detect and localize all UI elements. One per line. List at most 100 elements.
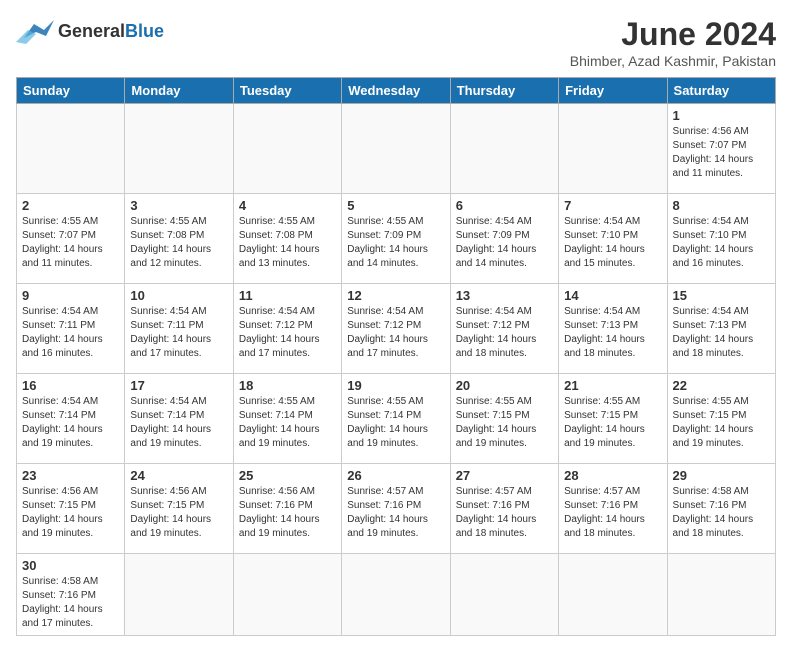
calendar-cell: 10Sunrise: 4:54 AM Sunset: 7:11 PM Dayli…	[125, 284, 233, 374]
day-number: 27	[456, 468, 553, 483]
calendar-table: SundayMondayTuesdayWednesdayThursdayFrid…	[16, 77, 776, 636]
day-number: 28	[564, 468, 661, 483]
day-number: 13	[456, 288, 553, 303]
day-number: 29	[673, 468, 770, 483]
day-number: 22	[673, 378, 770, 393]
day-info: Sunrise: 4:54 AM Sunset: 7:14 PM Dayligh…	[130, 395, 227, 451]
day-number: 6	[456, 198, 553, 213]
calendar-cell: 21 Sunrise: 4:55 AM Sunset: 7:15 PM Dayli…	[559, 374, 667, 464]
day-info: Sunrise: 4:54 AM Sunset: 7:12 PM Dayligh…	[456, 305, 553, 361]
calendar-header-wednesday: Wednesday	[342, 78, 450, 104]
calendar-cell: 3Sunrise: 4:55 AM Sunset: 7:08 PM Daylig…	[125, 194, 233, 284]
day-number: 17	[130, 378, 227, 393]
day-info: Sunrise: 4:56 AM Sunset: 7:15 PM Dayligh…	[22, 485, 119, 541]
day-info: Sunrise: 4:54 AM Sunset: 7:11 PM Dayligh…	[22, 305, 119, 361]
day-number: 4	[239, 198, 336, 213]
calendar-cell	[559, 554, 667, 636]
calendar-cell: 19 Sunrise: 4:55 AM Sunset: 7:14 PM Dayli…	[342, 374, 450, 464]
day-info: Sunrise: 4:56 AM Sunset: 7:15 PM Dayligh…	[130, 485, 227, 541]
calendar-cell: 4 Sunrise: 4:55 AM Sunset: 7:08 PM Daylig…	[233, 194, 341, 284]
calendar-header-friday: Friday	[559, 78, 667, 104]
calendar-cell: 23 Sunrise: 4:56 AM Sunset: 7:15 PM Dayli…	[17, 464, 125, 554]
day-info: Sunrise: 4:54 AM Sunset: 7:13 PM Dayligh…	[673, 305, 770, 361]
calendar-cell	[342, 104, 450, 194]
calendar-header-tuesday: Tuesday	[233, 78, 341, 104]
day-number: 14	[564, 288, 661, 303]
day-info: Sunrise: 4:55 AM Sunset: 7:15 PM Dayligh…	[456, 395, 553, 451]
calendar-cell	[17, 104, 125, 194]
calendar-week-2: 2 Sunrise: 4:55 AM Sunset: 7:07 PM Daylig…	[17, 194, 776, 284]
calendar-cell: 2 Sunrise: 4:55 AM Sunset: 7:07 PM Daylig…	[17, 194, 125, 284]
day-number: 2	[22, 198, 119, 213]
calendar-cell	[125, 104, 233, 194]
calendar-cell: 12 Sunrise: 4:54 AM Sunset: 7:12 PM Dayli…	[342, 284, 450, 374]
calendar-header-row: SundayMondayTuesdayWednesdayThursdayFrid…	[17, 78, 776, 104]
calendar-cell: 8 Sunrise: 4:54 AM Sunset: 7:10 PM Daylig…	[667, 194, 775, 284]
calendar-week-3: 9 Sunrise: 4:54 AM Sunset: 7:11 PM Daylig…	[17, 284, 776, 374]
day-info: Sunrise: 4:57 AM Sunset: 7:16 PM Dayligh…	[456, 485, 553, 541]
day-info: Sunrise: 4:54 AM Sunset: 7:12 PM Dayligh…	[239, 305, 336, 361]
calendar-cell: 11Sunrise: 4:54 AM Sunset: 7:12 PM Dayli…	[233, 284, 341, 374]
day-info: Sunrise: 4:57 AM Sunset: 7:16 PM Dayligh…	[347, 485, 444, 541]
calendar-cell: 5Sunrise: 4:55 AM Sunset: 7:09 PM Daylig…	[342, 194, 450, 284]
day-info: Sunrise: 4:56 AM Sunset: 7:07 PM Dayligh…	[673, 125, 770, 181]
calendar-cell: 25Sunrise: 4:56 AM Sunset: 7:16 PM Dayli…	[233, 464, 341, 554]
calendar-cell: 9 Sunrise: 4:54 AM Sunset: 7:11 PM Daylig…	[17, 284, 125, 374]
day-info: Sunrise: 4:54 AM Sunset: 7:10 PM Dayligh…	[564, 215, 661, 271]
day-info: Sunrise: 4:55 AM Sunset: 7:15 PM Dayligh…	[673, 395, 770, 451]
logo-bird-icon	[16, 16, 54, 46]
calendar-cell	[667, 554, 775, 636]
calendar-cell: 18Sunrise: 4:55 AM Sunset: 7:14 PM Dayli…	[233, 374, 341, 464]
title-block: June 2024 Bhimber, Azad Kashmir, Pakista…	[570, 16, 776, 69]
day-number: 23	[22, 468, 119, 483]
calendar-cell: 24Sunrise: 4:56 AM Sunset: 7:15 PM Dayli…	[125, 464, 233, 554]
day-info: Sunrise: 4:54 AM Sunset: 7:13 PM Dayligh…	[564, 305, 661, 361]
day-info: Sunrise: 4:55 AM Sunset: 7:15 PM Dayligh…	[564, 395, 661, 451]
calendar-cell	[559, 104, 667, 194]
calendar-cell	[125, 554, 233, 636]
page-header: GeneralBlue June 2024 Bhimber, Azad Kash…	[16, 16, 776, 69]
calendar-header-monday: Monday	[125, 78, 233, 104]
day-number: 16	[22, 378, 119, 393]
day-number: 20	[456, 378, 553, 393]
day-info: Sunrise: 4:54 AM Sunset: 7:10 PM Dayligh…	[673, 215, 770, 271]
location: Bhimber, Azad Kashmir, Pakistan	[570, 53, 776, 69]
day-number: 9	[22, 288, 119, 303]
calendar-cell: 30Sunrise: 4:58 AM Sunset: 7:16 PM Dayli…	[17, 554, 125, 636]
calendar-week-4: 16 Sunrise: 4:54 AM Sunset: 7:14 PM Dayli…	[17, 374, 776, 464]
day-info: Sunrise: 4:55 AM Sunset: 7:07 PM Dayligh…	[22, 215, 119, 271]
day-info: Sunrise: 4:54 AM Sunset: 7:14 PM Dayligh…	[22, 395, 119, 451]
day-number: 26	[347, 468, 444, 483]
day-number: 7	[564, 198, 661, 213]
calendar-cell: 29Sunrise: 4:58 AM Sunset: 7:16 PM Dayli…	[667, 464, 775, 554]
day-info: Sunrise: 4:57 AM Sunset: 7:16 PM Dayligh…	[564, 485, 661, 541]
day-number: 15	[673, 288, 770, 303]
calendar-cell	[450, 554, 558, 636]
day-info: Sunrise: 4:55 AM Sunset: 7:14 PM Dayligh…	[239, 395, 336, 451]
calendar-header-sunday: Sunday	[17, 78, 125, 104]
calendar-week-6: 30Sunrise: 4:58 AM Sunset: 7:16 PM Dayli…	[17, 554, 776, 636]
day-number: 19	[347, 378, 444, 393]
day-info: Sunrise: 4:58 AM Sunset: 7:16 PM Dayligh…	[22, 575, 119, 631]
calendar-cell: 15 Sunrise: 4:54 AM Sunset: 7:13 PM Dayli…	[667, 284, 775, 374]
calendar-header-thursday: Thursday	[450, 78, 558, 104]
month-title: June 2024	[570, 16, 776, 53]
day-info: Sunrise: 4:55 AM Sunset: 7:14 PM Dayligh…	[347, 395, 444, 451]
calendar-cell: 6Sunrise: 4:54 AM Sunset: 7:09 PM Daylig…	[450, 194, 558, 284]
day-number: 12	[347, 288, 444, 303]
day-info: Sunrise: 4:55 AM Sunset: 7:08 PM Dayligh…	[239, 215, 336, 271]
day-number: 1	[673, 108, 770, 123]
day-info: Sunrise: 4:54 AM Sunset: 7:12 PM Dayligh…	[347, 305, 444, 361]
day-number: 21	[564, 378, 661, 393]
calendar-cell: 14 Sunrise: 4:54 AM Sunset: 7:13 PM Dayli…	[559, 284, 667, 374]
calendar-cell	[233, 554, 341, 636]
day-number: 8	[673, 198, 770, 213]
calendar-cell: 13 Sunrise: 4:54 AM Sunset: 7:12 PM Dayli…	[450, 284, 558, 374]
calendar-cell: 7 Sunrise: 4:54 AM Sunset: 7:10 PM Daylig…	[559, 194, 667, 284]
calendar-cell	[342, 554, 450, 636]
calendar-cell	[233, 104, 341, 194]
day-number: 10	[130, 288, 227, 303]
calendar-header-saturday: Saturday	[667, 78, 775, 104]
calendar-week-5: 23 Sunrise: 4:56 AM Sunset: 7:15 PM Dayli…	[17, 464, 776, 554]
calendar-week-1: 1 Sunrise: 4:56 AM Sunset: 7:07 PM Daylig…	[17, 104, 776, 194]
